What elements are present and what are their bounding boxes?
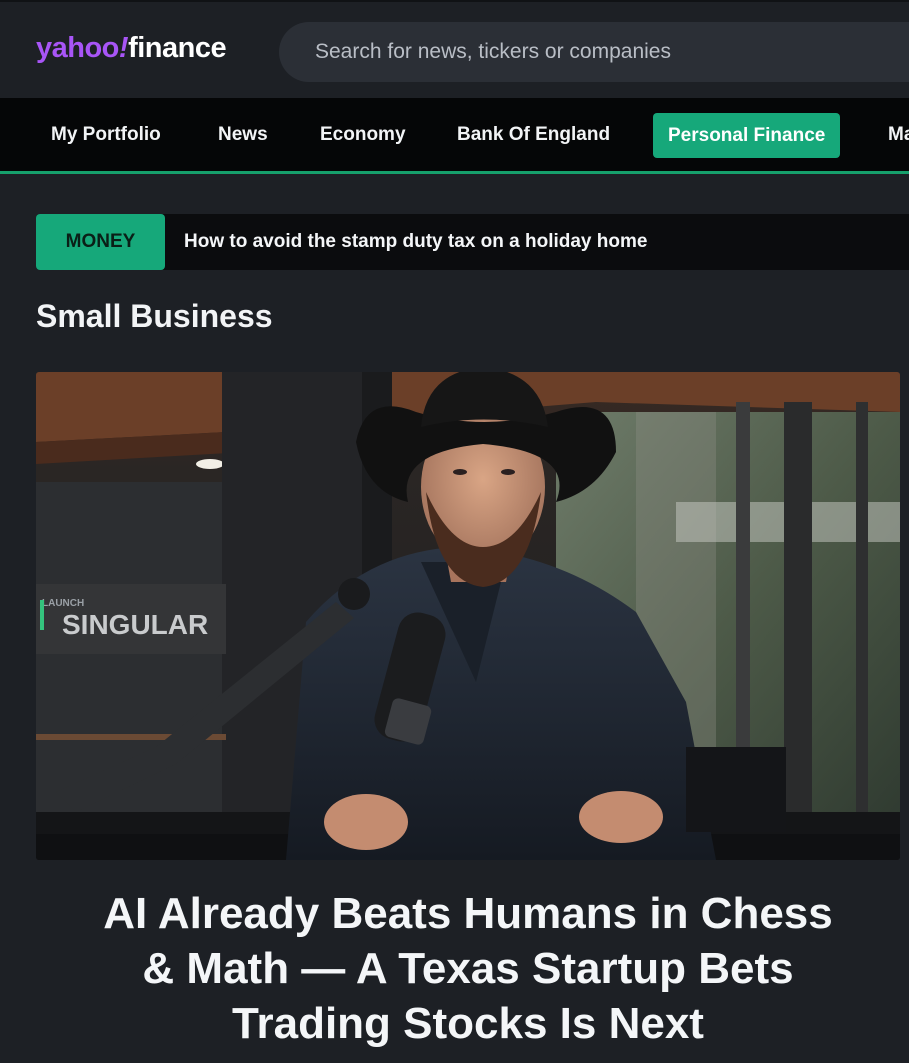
headline-line: Trading Stocks Is Next bbox=[232, 999, 704, 1048]
ticker-headline-link[interactable]: How to avoid the stamp duty tax on a hol… bbox=[184, 214, 647, 270]
section-title[interactable]: Small Business bbox=[36, 298, 273, 335]
ticker-category-badge[interactable]: MONEY bbox=[36, 214, 165, 270]
search-bar[interactable] bbox=[279, 22, 909, 82]
article-hero-image[interactable]: LAUNCH SINGULAR bbox=[36, 372, 900, 860]
svg-text:LAUNCH: LAUNCH bbox=[42, 598, 84, 609]
logo-slash: ! bbox=[118, 32, 129, 64]
nav-item-bank-of-england[interactable]: Bank Of England bbox=[457, 124, 610, 146]
logo-finance-text: finance bbox=[128, 32, 227, 64]
headline-line: AI Already Beats Humans in Chess bbox=[103, 889, 833, 938]
search-input[interactable] bbox=[315, 22, 875, 82]
nav-item-news[interactable]: News bbox=[218, 124, 268, 146]
article-headline[interactable]: AI Already Beats Humans in Chess & Math … bbox=[36, 886, 900, 1051]
yahoo-finance-logo[interactable]: yahoo!finance bbox=[36, 32, 227, 65]
top-header: yahoo!finance bbox=[0, 0, 909, 98]
main-nav: My Portfolio News Economy Bank Of Englan… bbox=[0, 98, 909, 174]
hero-sign-text: SINGULAR bbox=[62, 609, 208, 640]
nav-item-personal-finance[interactable]: Personal Finance bbox=[653, 113, 841, 158]
logo-yahoo-text: yahoo bbox=[36, 32, 119, 64]
headline-line: & Math — A Texas Startup Bets bbox=[142, 944, 794, 993]
nav-item-my-portfolio[interactable]: My Portfolio bbox=[51, 124, 161, 146]
news-ticker[interactable]: MONEY How to avoid the stamp duty tax on… bbox=[36, 214, 909, 270]
nav-item-economy[interactable]: Economy bbox=[320, 124, 406, 146]
nav-item-more[interactable]: Ma bbox=[888, 124, 909, 146]
